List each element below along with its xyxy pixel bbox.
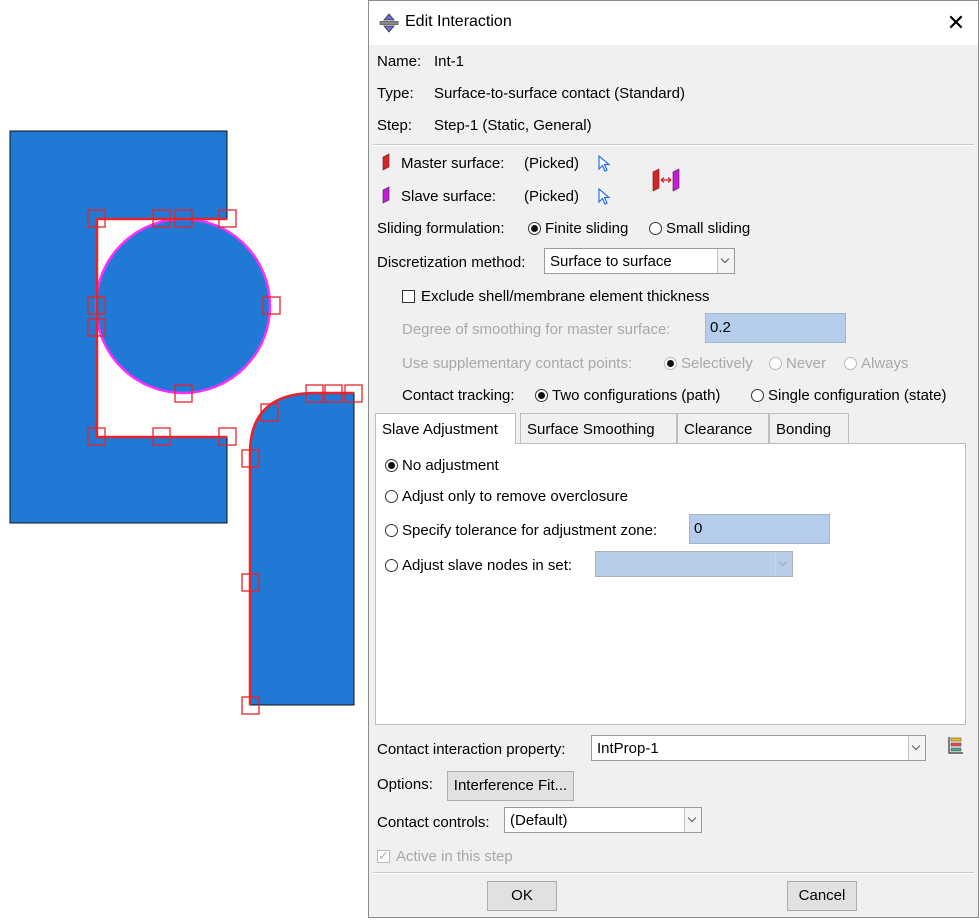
sliding-formulation-label: Sliding formulation: xyxy=(377,220,505,237)
slave-adjustment-panel: No adjustment Adjust only to remove over… xyxy=(375,443,966,725)
radio-label: Specify tolerance for adjustment zone: xyxy=(402,522,658,539)
radio-no-adjustment[interactable]: No adjustment xyxy=(385,457,499,474)
divider xyxy=(373,144,974,146)
chevron-down-icon[interactable] xyxy=(908,736,925,760)
smoothing-input[interactable]: 0.2 xyxy=(705,313,846,343)
contact-controls-combo[interactable]: (Default) xyxy=(504,807,702,833)
radio-indicator[interactable] xyxy=(844,357,857,370)
radio-label: Adjust slave nodes in set: xyxy=(402,557,573,574)
radio-label: Adjust only to remove overclosure xyxy=(402,488,628,505)
radio-indicator[interactable] xyxy=(528,222,541,235)
chevron-down-icon[interactable] xyxy=(717,249,734,273)
supplementary-points-label: Use supplementary contact points: xyxy=(402,355,633,372)
discretization-combo[interactable]: Surface to surface xyxy=(544,248,735,274)
radio-indicator[interactable] xyxy=(535,389,548,402)
contact-controls-label: Contact controls: xyxy=(377,814,490,831)
radio-never[interactable]: Never xyxy=(769,355,826,372)
cancel-button[interactable]: Cancel xyxy=(787,881,857,911)
checkbox-box[interactable] xyxy=(377,848,390,864)
radio-label: Small sliding xyxy=(666,220,751,237)
active-in-step-checkbox[interactable]: Active in this step xyxy=(377,848,513,865)
tab-clearance[interactable]: Clearance xyxy=(677,413,769,443)
checkbox-label: Active in this step xyxy=(396,848,513,865)
radio-adjust-node-set[interactable]: Adjust slave nodes in set: xyxy=(385,557,572,574)
type-label: Type: xyxy=(377,85,414,102)
exclude-shell-checkbox[interactable]: Exclude shell/membrane element thickness xyxy=(402,288,709,305)
master-select-arrow-icon[interactable] xyxy=(596,154,612,172)
tab-bonding[interactable]: Bonding xyxy=(769,413,849,443)
contact-tracking-label: Contact tracking: xyxy=(402,387,515,404)
options-label: Options: xyxy=(377,776,433,793)
interference-fit-button[interactable]: Interference Fit... xyxy=(447,771,574,801)
dialog-title: Edit Interaction xyxy=(405,13,512,30)
chevron-down-icon[interactable] xyxy=(775,552,792,576)
radio-label: Never xyxy=(786,355,827,372)
part-circle[interactable] xyxy=(94,217,272,395)
discretization-label: Discretization method: xyxy=(377,254,526,271)
name-value: Int-1 xyxy=(434,53,465,70)
radio-selectively[interactable]: Selectively xyxy=(664,355,753,372)
radio-indicator[interactable] xyxy=(769,357,782,370)
radio-label: Always xyxy=(861,355,909,372)
radio-always[interactable]: Always xyxy=(844,355,909,372)
viewport-canvas[interactable] xyxy=(0,0,370,920)
chevron-down-icon[interactable] xyxy=(684,808,701,832)
step-label: Step: xyxy=(377,117,413,134)
radio-label: Selectively xyxy=(681,355,753,372)
close-icon[interactable]: ✕ xyxy=(942,9,970,37)
master-surface-label: Master surface: xyxy=(401,155,505,172)
radio-indicator[interactable] xyxy=(751,389,764,402)
radio-remove-overclosure[interactable]: Adjust only to remove overclosure xyxy=(385,488,628,505)
radio-indicator[interactable] xyxy=(385,490,398,503)
property-label: Contact interaction property: xyxy=(377,741,566,758)
tab-surface-smoothing[interactable]: Surface Smoothing xyxy=(520,413,677,443)
name-label: Name: xyxy=(377,53,422,70)
slave-surface-label: Slave surface: xyxy=(401,188,497,205)
radio-finite-sliding[interactable]: Finite sliding xyxy=(528,220,628,237)
checkbox-label: Exclude shell/membrane element thickness xyxy=(421,288,710,305)
radio-label: Two configurations (path) xyxy=(552,387,721,404)
type-value: Surface-to-surface contact (Standard) xyxy=(434,85,685,102)
combo-value: Surface to surface xyxy=(550,253,672,270)
title-bar[interactable]: Edit Interaction ✕ xyxy=(369,1,978,45)
step-value: Step-1 (Static, General) xyxy=(434,117,592,134)
tolerance-input[interactable]: 0 xyxy=(689,514,830,544)
radio-indicator[interactable] xyxy=(649,222,662,235)
radio-indicator[interactable] xyxy=(385,459,398,472)
divider xyxy=(373,872,974,874)
ok-button[interactable]: OK xyxy=(487,881,557,911)
radio-specify-tolerance[interactable]: Specify tolerance for adjustment zone: xyxy=(385,522,657,539)
master-surface-icon xyxy=(382,153,390,171)
edit-interaction-dialog: Edit Interaction ✕ Name: Int-1 Type: Sur… xyxy=(368,0,979,918)
combo-value: IntProp-1 xyxy=(597,740,659,757)
part-right-block[interactable] xyxy=(249,392,355,706)
slave-surface-icon xyxy=(382,186,390,204)
swap-surfaces-icon[interactable] xyxy=(651,166,681,192)
radio-label: No adjustment xyxy=(402,457,499,474)
tab-slave-adjustment[interactable]: Slave Adjustment xyxy=(375,413,516,444)
radio-indicator[interactable] xyxy=(385,524,398,537)
create-property-icon[interactable] xyxy=(947,735,967,757)
radio-label: Finite sliding xyxy=(545,220,629,237)
slave-select-arrow-icon[interactable] xyxy=(596,187,612,205)
radio-indicator[interactable] xyxy=(385,559,398,572)
radio-single-configuration[interactable]: Single configuration (state) xyxy=(751,387,946,404)
interaction-icon xyxy=(379,13,399,33)
model-viewport[interactable] xyxy=(0,0,370,920)
combo-value: (Default) xyxy=(510,812,568,829)
property-combo[interactable]: IntProp-1 xyxy=(591,735,926,761)
slave-surface-value: (Picked) xyxy=(524,188,580,205)
smoothing-label: Degree of smoothing for master surface: xyxy=(402,321,671,338)
node-set-combo[interactable] xyxy=(595,551,793,577)
radio-small-sliding[interactable]: Small sliding xyxy=(649,220,750,237)
radio-label: Single configuration (state) xyxy=(768,387,947,404)
radio-two-configurations[interactable]: Two configurations (path) xyxy=(535,387,720,404)
checkbox-box[interactable] xyxy=(402,290,415,303)
radio-indicator[interactable] xyxy=(664,357,677,370)
master-surface-value: (Picked) xyxy=(524,155,580,172)
